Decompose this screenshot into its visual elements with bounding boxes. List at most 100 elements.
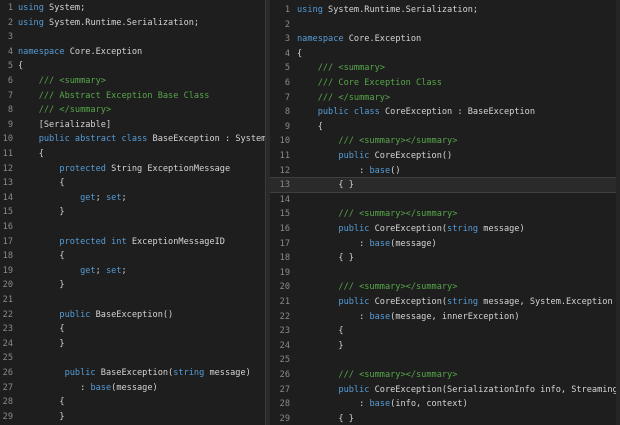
line-number: 20 (279, 282, 290, 293)
code-line[interactable]: 7 /// Abstract Exception Base Class (0, 89, 265, 103)
editor-pane-right[interactable]: 1 using System.Runtime.Serialization; 2 3 na… (270, 0, 620, 425)
code-line[interactable]: 24 } (270, 339, 620, 353)
code-line[interactable]: 10 public abstract class BaseException :… (0, 132, 265, 146)
code-line[interactable]: 2 using System.Runtime.Serialization; (0, 16, 265, 30)
line-number: 26 (279, 370, 290, 380)
code-token: { } (297, 253, 354, 264)
code-text: { } (297, 412, 354, 425)
code-line[interactable]: 28 : base(info, context) (270, 397, 620, 411)
code-line[interactable]: 3 namespace Core.Exception (270, 32, 620, 46)
line-number: 5 (7, 61, 13, 72)
code-line[interactable]: 26 /// <summary></summary> (270, 368, 620, 382)
code-line[interactable]: 13 { (0, 176, 265, 190)
code-line[interactable]: 22 public BaseException() (0, 308, 265, 322)
code-token: Core.Exception (64, 46, 143, 57)
code-line[interactable]: 24 } (0, 337, 265, 351)
line-number: 4 (7, 46, 13, 57)
code-line[interactable]: 12 protected String ExceptionMessage (0, 162, 265, 176)
code-text: { (18, 59, 23, 73)
code-line[interactable]: 17 : base(message) (270, 237, 620, 251)
line-number: 23 (2, 324, 13, 335)
code-line[interactable]: 21 (0, 293, 265, 307)
code-line[interactable]: 1 using System.Runtime.Serialization; (270, 3, 620, 17)
code-line[interactable]: 14 get; set; (0, 191, 265, 205)
code-text: using System.Runtime.Serialization; (18, 16, 199, 30)
code-text: public BaseException() (18, 308, 173, 322)
code-line[interactable]: 16 public CoreException(string message) (270, 222, 620, 236)
code-line[interactable]: 7 /// </summary> (270, 91, 620, 105)
editor-pane-left[interactable]: 1 using System; 2 using System.Runtime.Seri… (0, 0, 265, 425)
code-token: : (297, 238, 370, 249)
code-token: /// <summary></summary> (297, 370, 458, 380)
code-line[interactable]: 4 namespace Core.Exception (0, 45, 265, 59)
code-token: /// <summary> (18, 76, 106, 86)
code-line[interactable]: 20 /// <summary></summary> (270, 280, 620, 294)
code-line[interactable]: 4{ (270, 47, 620, 61)
line-number: 3 (7, 32, 13, 43)
code-line[interactable]: 13 { } (270, 177, 620, 194)
code-line[interactable]: 19 get; set; (0, 264, 265, 278)
code-line[interactable]: 20 } (0, 278, 265, 292)
line-number: 12 (2, 163, 13, 174)
code-line[interactable]: 23 { (270, 324, 620, 338)
code-token: public (297, 151, 370, 161)
code-line[interactable]: 22 : base(message, innerException) (270, 310, 620, 324)
code-token: { (18, 397, 65, 408)
code-line[interactable]: 5{ (0, 59, 265, 73)
code-line[interactable]: 28 { (0, 395, 265, 409)
line-number: 13 (279, 180, 290, 191)
code-text: { } (297, 251, 354, 265)
code-text: /// Abstract Exception Base Class (18, 89, 210, 103)
code-line[interactable]: 19 (270, 266, 620, 280)
code-line[interactable]: 23 { (0, 322, 265, 336)
code-line[interactable]: 1 using System; (0, 1, 265, 15)
code-line[interactable]: 3 (0, 30, 265, 44)
code-token: String ExceptionMessage (105, 163, 231, 174)
code-text: public CoreException() (297, 149, 452, 163)
code-line[interactable]: 18 { (0, 249, 265, 263)
code-line[interactable]: 10 /// <summary></summary> (270, 134, 620, 148)
code-line[interactable]: 8 /// </summary> (0, 103, 265, 117)
code-line[interactable]: 29 { } (270, 412, 620, 425)
code-line[interactable]: 25 (0, 351, 265, 365)
code-token: Core.Exception (343, 34, 422, 45)
code-token: /// <summary> (297, 63, 385, 74)
code-line[interactable]: 5 /// <summary> (270, 61, 620, 75)
code-line[interactable]: 27 public CoreException(SerializationInf… (270, 383, 620, 397)
code-line[interactable]: 6 /// Core Exception Class (270, 76, 620, 90)
code-token: } (18, 411, 65, 422)
code-line[interactable]: 18 { } (270, 251, 620, 265)
line-number: 2 (284, 19, 290, 30)
code-line[interactable]: 15 } (0, 205, 265, 219)
code-line[interactable]: 11 { (0, 147, 265, 161)
code-text: { (18, 395, 65, 409)
vertical-scrollbar[interactable] (616, 0, 620, 425)
code-line[interactable]: 14 (270, 193, 620, 207)
code-line[interactable]: 25 (270, 353, 620, 367)
line-number: 15 (279, 209, 290, 220)
code-text: namespace Core.Exception (297, 32, 421, 46)
code-line[interactable]: 21 public CoreException(string message, … (270, 295, 620, 309)
line-number: 14 (279, 194, 290, 205)
code-token: namespace (297, 34, 344, 45)
line-number: 24 (2, 338, 13, 349)
code-line[interactable]: 9 [Serializable] (0, 118, 265, 132)
code-line[interactable]: 8 public class CoreException : BaseExcep… (270, 105, 620, 119)
code-line[interactable]: 16 (0, 220, 265, 234)
code-text: : base(message) (297, 237, 437, 251)
code-line[interactable]: 26 public BaseException(string message) (0, 366, 265, 380)
code-token: ; (95, 265, 106, 276)
code-line[interactable]: 6 /// <summary> (0, 74, 265, 88)
code-line[interactable]: 12 : base() (270, 164, 620, 178)
code-token: string (173, 368, 205, 378)
code-line[interactable]: 27 : base(message) (0, 381, 265, 395)
code-token: ; (121, 265, 127, 276)
code-line[interactable]: 29 } (0, 410, 265, 424)
code-line[interactable]: 11 public CoreException() (270, 149, 620, 163)
line-number: 8 (284, 107, 290, 118)
code-line[interactable]: 15 /// <summary></summary> (270, 207, 620, 221)
code-text: using System.Runtime.Serialization; (297, 3, 478, 17)
code-line[interactable]: 17 protected int ExceptionMessageID (0, 235, 265, 249)
code-line[interactable]: 2 (270, 18, 620, 32)
code-line[interactable]: 9 { (270, 120, 620, 134)
